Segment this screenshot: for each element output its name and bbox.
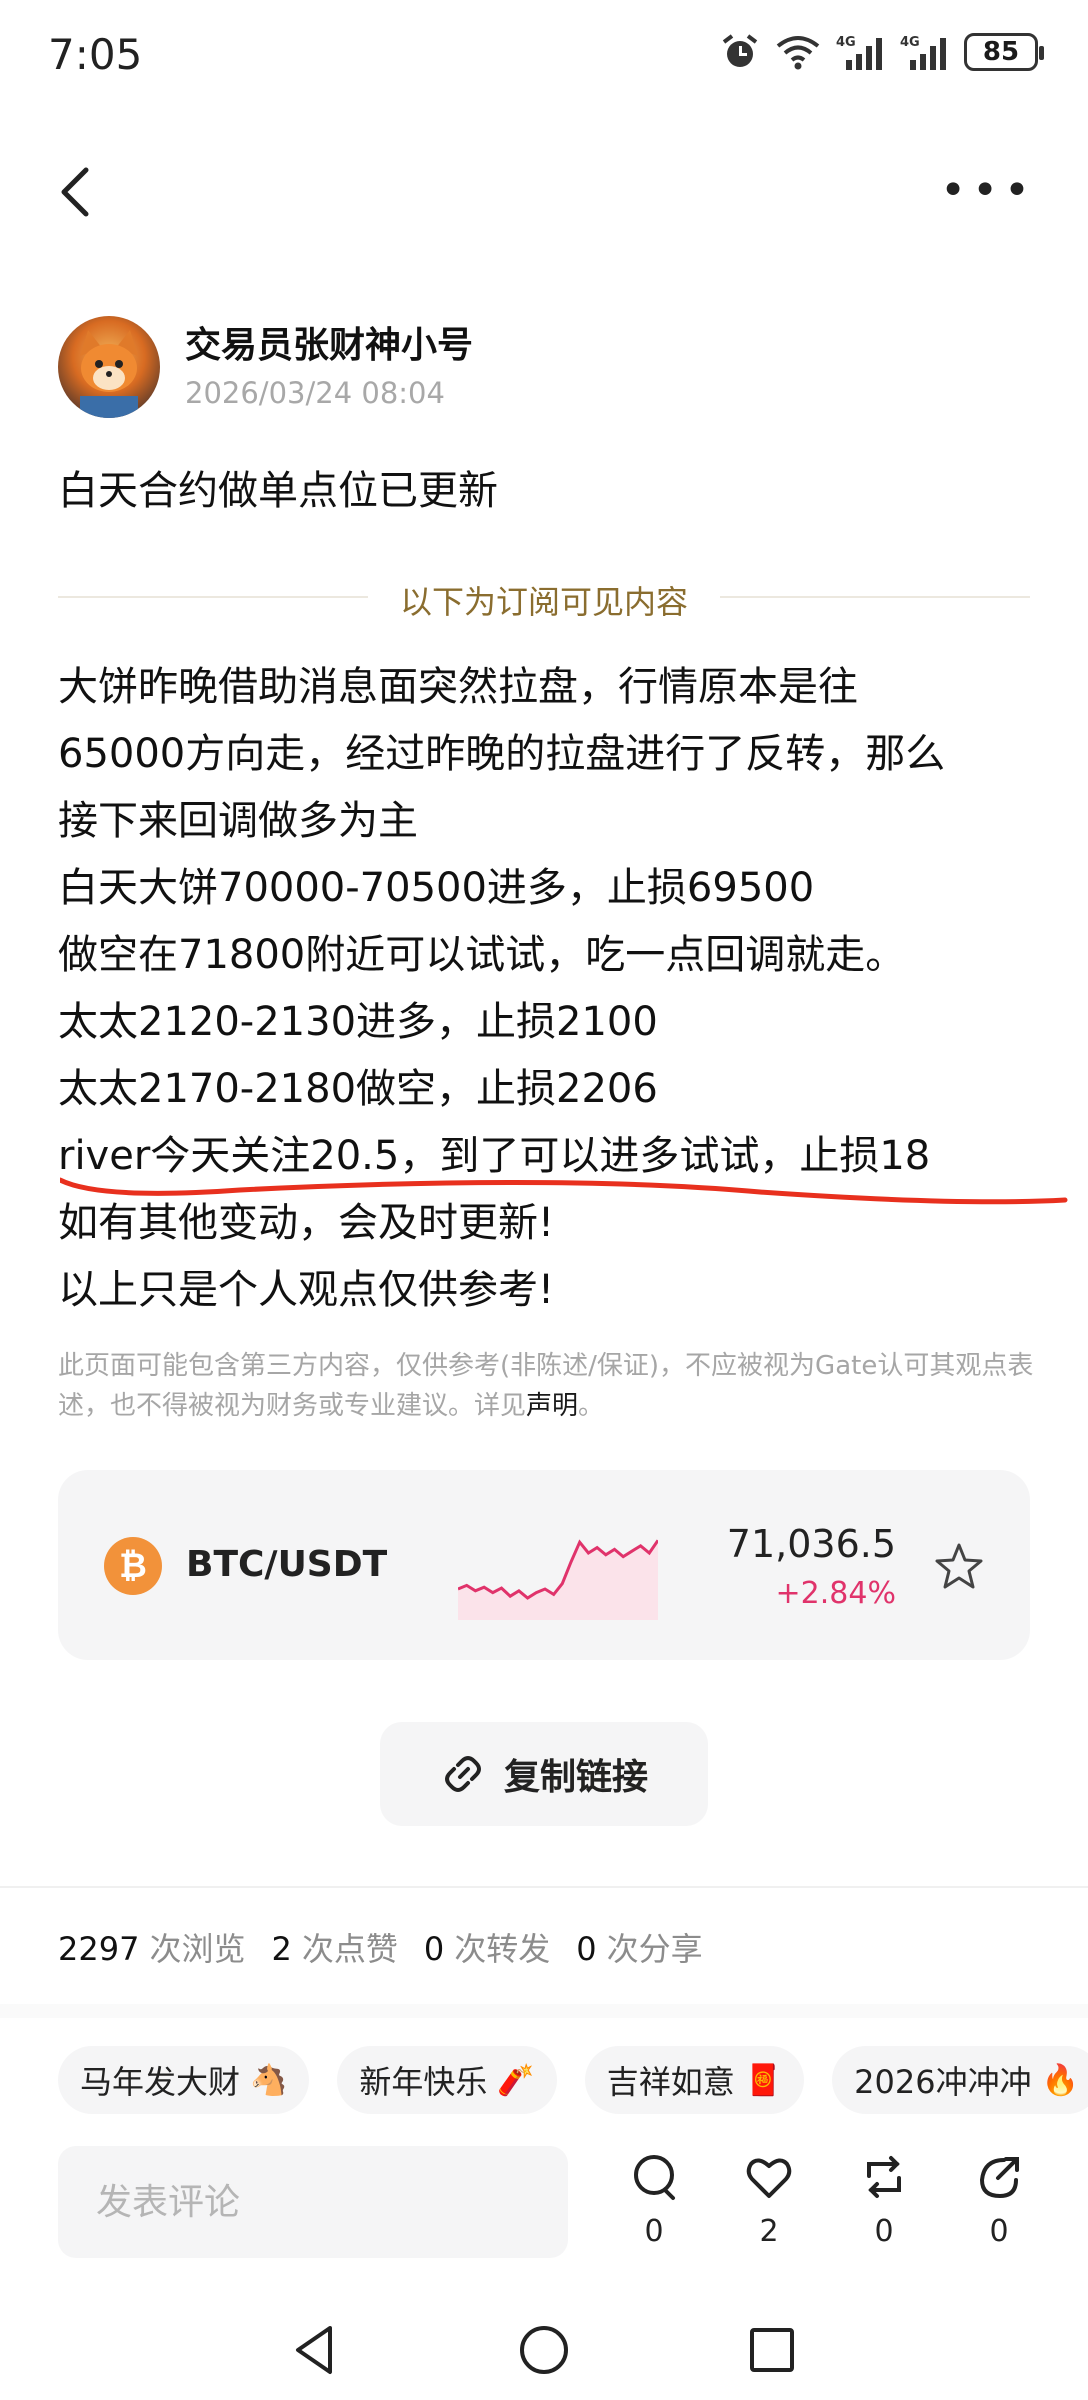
share-action[interactable]: 0: [959, 2152, 1039, 2249]
heart-icon: [746, 2158, 792, 2198]
nav-recents-icon[interactable]: [742, 2320, 802, 2380]
share-count: 0: [576, 1930, 597, 1968]
body-line: 太太2170-2180做空，止损2206: [58, 1066, 658, 1112]
author-name[interactable]: 交易员张财神小号: [185, 316, 473, 368]
svg-text:4G: 4G: [836, 35, 856, 50]
comment-icon: [634, 2155, 675, 2200]
nav-back-icon[interactable]: [286, 2320, 346, 2380]
post-body: 大饼昨晚借助消息面突然拉盘，行情原本是往 65000方向走，经过昨晚的拉盘进行了…: [58, 654, 1048, 1324]
subscriber-divider: 以下为订阅可见内容: [58, 572, 1030, 622]
battery-icon: 85: [964, 33, 1044, 71]
tag-label: 新年快乐: [359, 2063, 488, 2101]
bitcoin-icon: ₿: [104, 1537, 162, 1595]
star-icon[interactable]: [932, 1540, 986, 1594]
tag-chip[interactable]: 2026冲冲冲 🔥: [832, 2046, 1088, 2114]
body-line: 白天大饼70000-70500进多，止损69500: [58, 865, 815, 911]
tag-label: 马年发大财: [80, 2063, 241, 2101]
ticker-change: +2.84%: [775, 1576, 896, 1611]
firecracker-icon: 🧨: [497, 2062, 535, 2098]
svg-text:4G: 4G: [900, 35, 920, 50]
view-label: 次浏览: [149, 1930, 246, 1968]
post-timestamp: 2026/03/24 08:04: [185, 376, 445, 410]
copy-link-button[interactable]: 复制链接: [380, 1722, 708, 1826]
tag-chip[interactable]: 新年快乐 🧨: [337, 2046, 557, 2114]
ticker-price: 71,036.5: [726, 1522, 896, 1566]
copy-link-label: 复制链接: [503, 1757, 648, 1798]
disclaimer: 此页面可能包含第三方内容，仅供参考(非陈述/保证)，不应被视为Gate认可其观点…: [58, 1346, 1048, 1426]
like-count-action: 2: [759, 2214, 779, 2249]
body-line: river今天关注20.5，到了可以进多试试，止损18: [58, 1133, 931, 1179]
horse-icon: 🐴: [250, 2062, 288, 2098]
top-nav: •••: [0, 140, 1088, 240]
disclaimer-link[interactable]: 声明: [526, 1391, 578, 1421]
divider: [0, 1886, 1088, 1888]
tag-label: 吉祥如意: [606, 2063, 735, 2101]
tag-chip[interactable]: 吉祥如意 🧧: [584, 2046, 805, 2114]
like-action[interactable]: 2: [729, 2152, 809, 2249]
status-icons: 4G 4G 85: [720, 32, 1044, 72]
tag-chip[interactable]: 马年发大财 🐴: [58, 2046, 310, 2114]
price-sparkline: [458, 1539, 658, 1620]
section-divider: [0, 2004, 1088, 2018]
divider-line-right: [720, 596, 1030, 598]
ticker-card[interactable]: ₿ BTC/USDT 71,036.5 +2.84%: [58, 1470, 1030, 1660]
comment-count: 0: [644, 2214, 664, 2249]
like-label: 次点赞: [301, 1930, 398, 1968]
action-bar: 0 2 0 0: [614, 2152, 1044, 2262]
post-title: 白天合约做单点位已更新: [58, 468, 498, 514]
status-bar: 7:05 4G 4G 85: [0, 0, 1088, 110]
body-line: 65000方向走，经过昨晚的拉盘进行了反转，那么: [58, 731, 946, 777]
repost-label: 次转发: [454, 1930, 551, 1968]
signal-4g-icon: 4G: [836, 35, 882, 70]
body-line: 如有其他变动，会及时更新!: [58, 1200, 555, 1246]
nav-home-icon[interactable]: [514, 2320, 574, 2380]
disclaimer-end: 。: [578, 1391, 605, 1421]
share-label: 次分享: [606, 1930, 703, 1968]
comment-box: [58, 2146, 568, 2258]
avatar[interactable]: [58, 316, 160, 418]
repost-icon: [867, 2156, 901, 2198]
repost-count: 0: [423, 1930, 445, 1968]
post-stats: 2297 次浏览 2 次点赞 0 次转发 0 次分享: [58, 1924, 729, 1970]
share-icon: [979, 2157, 1019, 2199]
system-nav-bar: [0, 2300, 1088, 2400]
signal-4g-icon-2: 4G: [900, 35, 946, 70]
comment-input[interactable]: [58, 2146, 568, 2258]
body-line: 大饼昨晚借助消息面突然拉盘，行情原本是往: [58, 664, 858, 710]
ticker-pair: BTC/USDT: [186, 1544, 388, 1585]
like-count: 2: [271, 1930, 292, 1968]
share-count-action: 0: [989, 2214, 1009, 2249]
comment-action[interactable]: 0: [614, 2152, 694, 2249]
repost-count-action: 0: [874, 2214, 894, 2249]
body-line: 做空在71800附近可以试试，吃一点回调就走。: [58, 932, 906, 978]
more-options-icon[interactable]: •••: [940, 169, 1036, 213]
fire-icon: 🔥: [1041, 2062, 1079, 2098]
body-line: 以上只是个人观点仅供参考!: [58, 1267, 555, 1313]
status-time: 7:05: [48, 30, 143, 79]
view-count: 2297: [58, 1930, 140, 1968]
subscriber-divider-label: 以下为订阅可见内容: [399, 583, 688, 621]
body-line: 太太2120-2130进多，止损2100: [58, 999, 658, 1045]
repost-action[interactable]: 0: [844, 2152, 924, 2249]
body-line: 接下来回调做多为主: [58, 798, 418, 844]
tag-label: 2026冲冲冲: [854, 2063, 1032, 2101]
back-arrow-icon[interactable]: [52, 162, 102, 222]
quick-reply-tags: 马年发大财 🐴 新年快乐 🧨 吉祥如意 🧧 2026冲冲冲 🔥: [58, 2046, 1088, 2116]
red-envelope-icon: 🧧: [744, 2062, 783, 2098]
link-icon: [444, 1756, 481, 1792]
wifi-icon: [776, 36, 820, 70]
alarm-icon: [722, 34, 758, 67]
